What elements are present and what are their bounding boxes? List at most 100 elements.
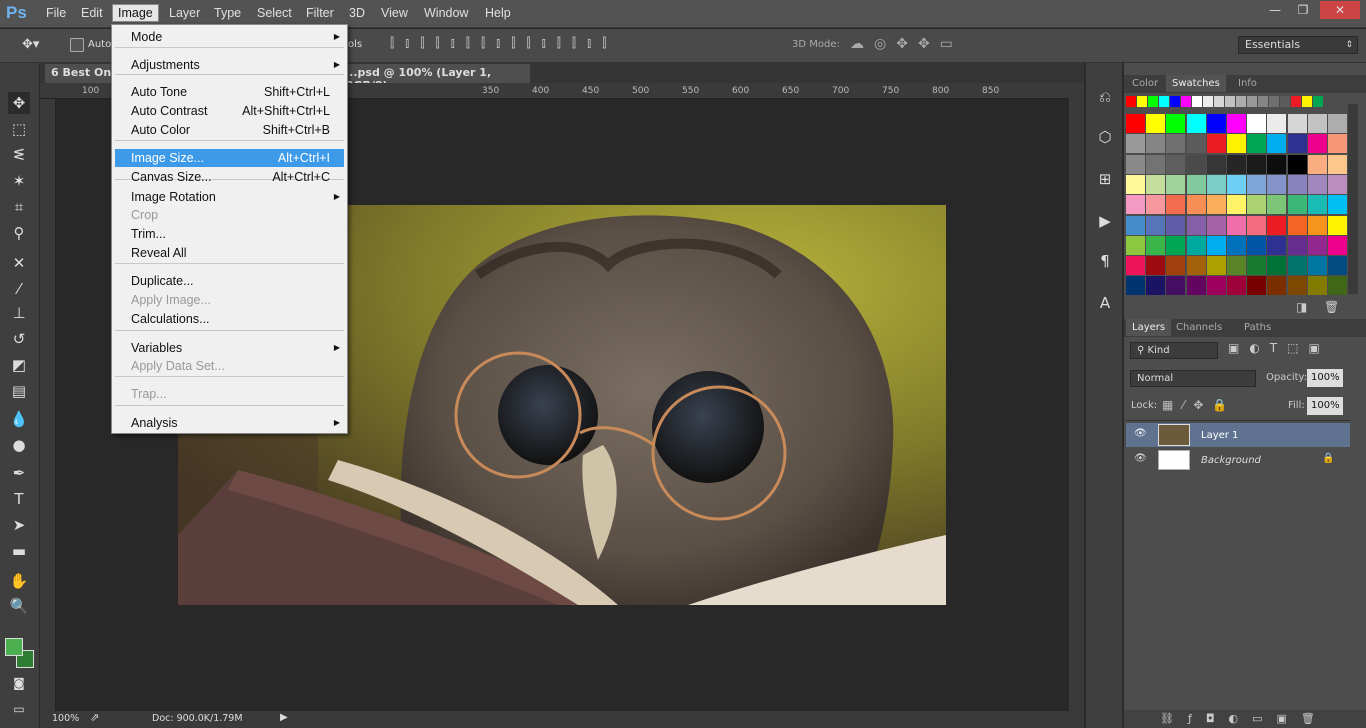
swatch[interactable] [1328, 174, 1347, 194]
menu-item-auto-color[interactable]: Auto Color Shift+Ctrl+B [115, 121, 344, 139]
lasso-tool-icon[interactable]: ᓬ [8, 144, 30, 166]
swatch[interactable] [1186, 256, 1206, 276]
swatch[interactable] [1287, 256, 1307, 276]
swatch[interactable] [1328, 276, 1347, 296]
swatch[interactable] [1146, 235, 1166, 255]
swatch[interactable] [1146, 276, 1166, 296]
menu-item-variables[interactable]: Variables ▶ [115, 339, 344, 357]
menu-select[interactable]: Select [252, 5, 297, 21]
swatch[interactable] [1307, 114, 1327, 133]
swatch[interactable] [1186, 215, 1206, 235]
swatch[interactable] [1166, 195, 1186, 215]
layer-row-layer-1[interactable]: 👁 Layer 1 [1126, 423, 1350, 447]
swatch[interactable] [1206, 276, 1226, 296]
swatch[interactable] [1146, 134, 1166, 154]
swatch[interactable] [1206, 215, 1226, 235]
workspace-select[interactable]: Essentials ⇕ [1238, 36, 1358, 54]
recent-swatch[interactable] [1258, 96, 1268, 107]
actions-panel-icon[interactable]: ▶ [1095, 212, 1115, 232]
swatch[interactable] [1247, 174, 1267, 194]
swatch[interactable] [1227, 154, 1246, 174]
recent-swatch[interactable] [1170, 96, 1180, 107]
swatch[interactable] [1287, 114, 1307, 133]
zoom-tool-icon[interactable]: 🔍 [8, 595, 30, 617]
recent-swatch[interactable] [1148, 96, 1158, 107]
menu-item-reveal-all[interactable]: Reveal All [115, 244, 344, 262]
swatch[interactable] [1267, 256, 1287, 276]
menu-item-auto-tone[interactable]: Auto Tone Shift+Ctrl+L [115, 83, 344, 101]
swatch[interactable] [1126, 215, 1145, 235]
menu-item-mode[interactable]: Mode ▶ [115, 28, 344, 46]
swatch[interactable] [1166, 276, 1186, 296]
swatch[interactable] [1186, 276, 1206, 296]
recent-swatch[interactable] [1269, 96, 1279, 107]
menu-item-canvas-size[interactable]: Canvas Size... Alt+Ctrl+C [115, 168, 344, 186]
quick-mask-icon[interactable]: ◙ [8, 672, 30, 694]
eraser-tool-icon[interactable]: ◩ [8, 354, 30, 376]
close-button[interactable]: ✕ [1320, 1, 1360, 19]
restore-button[interactable]: ❐ [1288, 1, 1318, 19]
swatch[interactable] [1206, 195, 1226, 215]
eyedropper-tool-icon[interactable]: ⚲ [8, 222, 30, 244]
dodge-tool-icon[interactable]: ● [8, 434, 30, 456]
swatch[interactable] [1267, 174, 1287, 194]
menu-help[interactable]: Help [480, 5, 516, 21]
swatch[interactable] [1287, 276, 1307, 296]
menu-item-image-size[interactable]: Image Size... Alt+Ctrl+I [115, 149, 344, 167]
stamp-tool-icon[interactable]: ⊥ [8, 302, 30, 324]
swatch[interactable] [1328, 134, 1347, 154]
blur-tool-icon[interactable]: 💧 [8, 408, 30, 430]
swatch[interactable] [1227, 134, 1246, 154]
swatch[interactable] [1287, 235, 1307, 255]
menu-item-adjustments[interactable]: Adjustments ▶ [115, 56, 344, 74]
swatch[interactable] [1146, 256, 1166, 276]
swatch[interactable] [1247, 256, 1267, 276]
menu-3d[interactable]: 3D [344, 5, 370, 21]
swatch[interactable] [1267, 134, 1287, 154]
tab-paths[interactable]: Paths [1238, 319, 1277, 336]
tab-channels[interactable]: Channels [1170, 319, 1228, 336]
swatch[interactable] [1307, 276, 1327, 296]
swatch[interactable] [1126, 195, 1145, 215]
swatch[interactable] [1307, 235, 1327, 255]
gradient-tool-icon[interactable]: ▤ [8, 380, 30, 402]
swatch[interactable] [1126, 174, 1145, 194]
tab-info[interactable]: Info [1232, 75, 1263, 92]
swatch[interactable] [1307, 134, 1327, 154]
swatch[interactable] [1267, 195, 1287, 215]
menu-item-calculations[interactable]: Calculations... [115, 310, 344, 328]
healing-brush-icon[interactable]: ✕ [8, 252, 30, 274]
layer-name[interactable]: Background [1201, 455, 1261, 466]
swatch[interactable] [1267, 235, 1287, 255]
menu-item-duplicate[interactable]: Duplicate... [115, 272, 344, 290]
swatch[interactable] [1307, 256, 1327, 276]
swatch[interactable] [1307, 154, 1327, 174]
swatch[interactable] [1186, 195, 1206, 215]
swatch[interactable] [1146, 215, 1166, 235]
swatch[interactable] [1247, 134, 1267, 154]
recent-swatch[interactable] [1225, 96, 1235, 107]
tab-swatches[interactable]: Swatches [1166, 75, 1226, 92]
menu-window[interactable]: Window [419, 5, 473, 21]
history-panel-icon[interactable]: ⎌ [1095, 88, 1115, 108]
history-brush-icon[interactable]: ↺ [8, 328, 30, 350]
swatch[interactable] [1186, 235, 1206, 255]
swatch[interactable] [1227, 235, 1246, 255]
swatch[interactable] [1328, 256, 1347, 276]
swatch[interactable] [1166, 215, 1186, 235]
swatch[interactable] [1227, 215, 1246, 235]
swatch[interactable] [1126, 276, 1145, 296]
swatch[interactable] [1287, 215, 1307, 235]
tab-layers[interactable]: Layers [1126, 319, 1172, 336]
swatch[interactable] [1126, 256, 1145, 276]
swatch[interactable] [1328, 154, 1347, 174]
recent-swatch[interactable] [1214, 96, 1224, 107]
swatch[interactable] [1247, 276, 1267, 296]
swatch[interactable] [1206, 256, 1226, 276]
swatch[interactable] [1267, 215, 1287, 235]
recent-swatch[interactable] [1280, 96, 1290, 107]
swatch[interactable] [1267, 276, 1287, 296]
swatch[interactable] [1247, 154, 1267, 174]
character-panel-icon[interactable]: A [1095, 294, 1115, 314]
recent-swatch[interactable] [1236, 96, 1246, 107]
